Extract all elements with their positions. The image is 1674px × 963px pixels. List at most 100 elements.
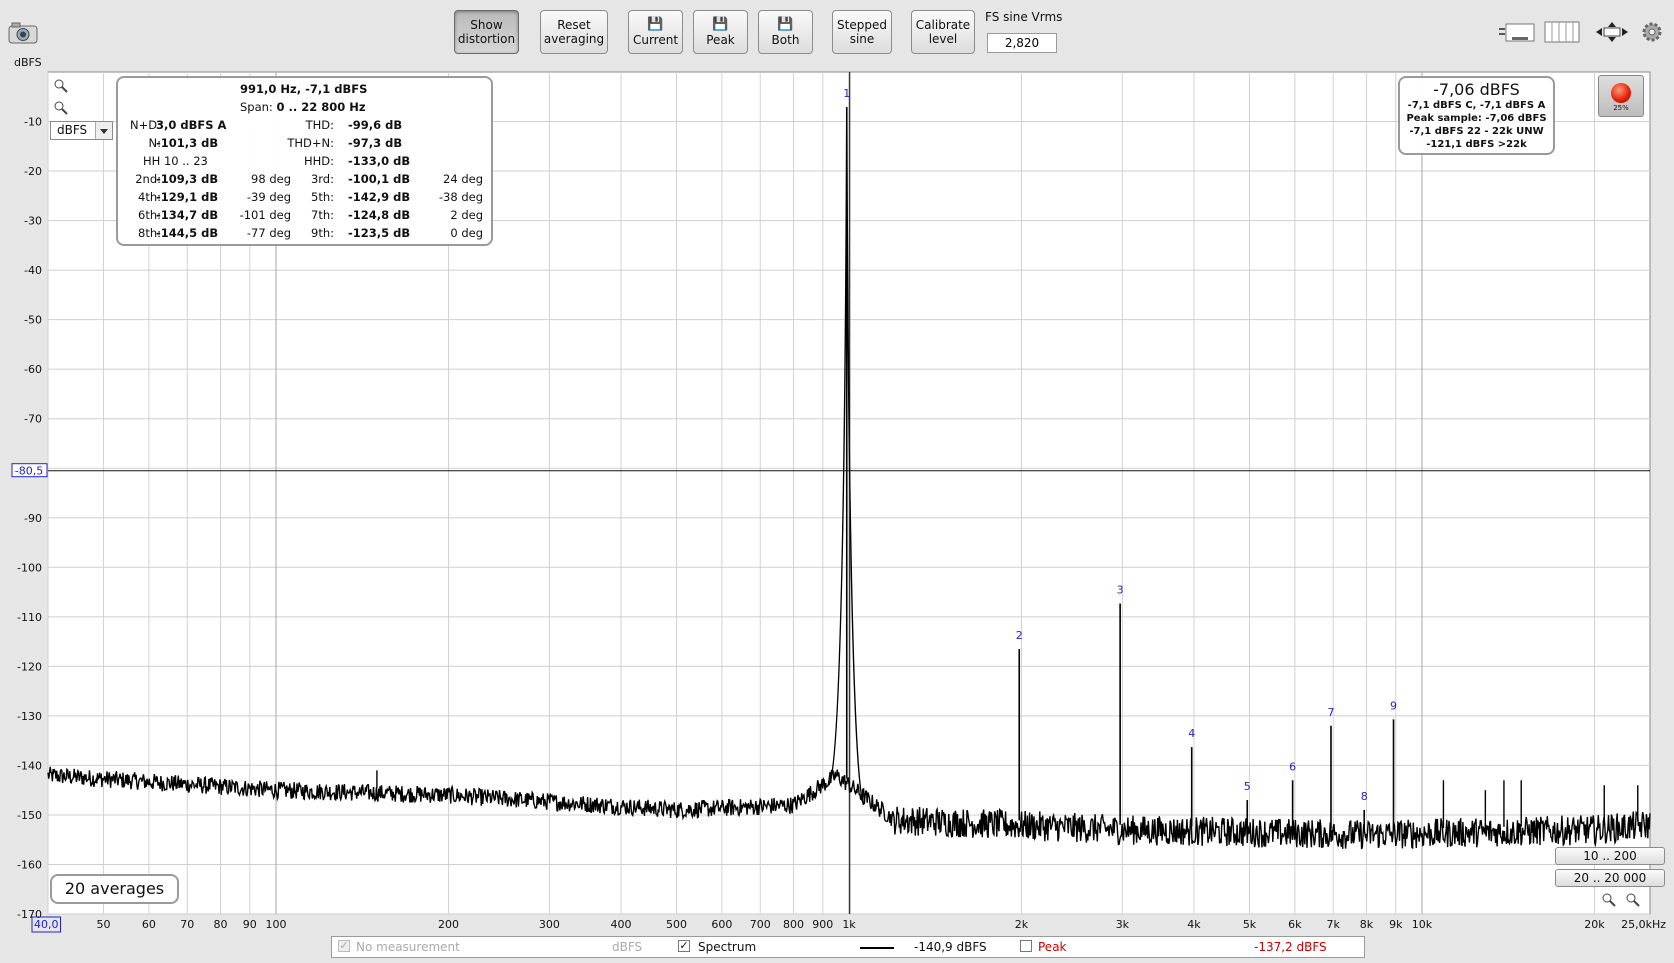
x-tick-label: 6k <box>1288 918 1302 931</box>
harmonic-label-5: 5 <box>1244 780 1251 793</box>
level-line-1: -7,1 dBFS C, -7,1 dBFS A <box>1407 100 1546 111</box>
x-tick-label: 100 <box>266 918 287 931</box>
x-tick-label: 4k <box>1187 918 1201 931</box>
h6-phase: -101 deg <box>239 208 291 222</box>
h7-label: 7th: <box>311 208 334 222</box>
harmonic-label-3: 3 <box>1117 583 1124 596</box>
peak-label: Peak <box>1038 940 1067 954</box>
x-tick-label: 7k <box>1327 918 1341 931</box>
thdn-value: -97,3 dB <box>348 136 403 150</box>
x-tick-label: 5k <box>1243 918 1257 931</box>
h9-value: -123,5 dB <box>348 226 411 240</box>
span-label: Span: <box>240 100 273 114</box>
level-line-2: Peak sample: -7,06 dBFS <box>1406 113 1547 124</box>
x-tick-label: 25,0kHz <box>1621 918 1666 931</box>
x-tick-label: 1k <box>842 918 856 931</box>
x-tick-label: 60 <box>142 918 156 931</box>
zoom-out-icon[interactable] <box>1626 892 1640 907</box>
h8-value: -144,5 dB <box>156 226 219 240</box>
legend-bar: ✓ No measurement dBFS ✓ Spectrum -140,9 … <box>331 936 1365 958</box>
range-button-10-200[interactable]: 10 .. 200 <box>1555 847 1665 865</box>
record-button[interactable]: 25% <box>1598 75 1644 117</box>
y-tick-label: -100 <box>17 561 42 574</box>
peak-value: -137,2 dBFS <box>1254 940 1327 954</box>
thd-label: THD: <box>305 118 334 132</box>
h2-phase: 98 deg <box>251 172 291 186</box>
harmonic-label-8: 8 <box>1361 790 1368 803</box>
harmonic-label-2: 2 <box>1016 629 1023 642</box>
h8-phase: -77 deg <box>246 226 291 240</box>
harmonic-label-9: 9 <box>1390 699 1397 712</box>
x-tick-label: 2k <box>1015 918 1029 931</box>
x-tick-label: 900 <box>812 918 833 931</box>
x-tick-label: 500 <box>666 918 687 931</box>
x-tick-label: 200 <box>438 918 459 931</box>
y-tick-label: -140 <box>17 759 42 772</box>
y-tick-label: -70 <box>24 413 42 426</box>
x-tick-labels: 40,0 50 60 70 80 90 100 200 300 400 500 600 700 800 90… <box>31 916 1666 933</box>
info-title: 991,0 Hz, -7,1 dBFS <box>240 82 368 96</box>
harmonic-label-6: 6 <box>1289 760 1296 773</box>
averages-badge: 20 averages <box>50 874 179 904</box>
h4-phase: -39 deg <box>246 190 291 204</box>
h5-value: -142,9 dB <box>348 190 411 204</box>
h9-phase: 0 deg <box>450 226 483 240</box>
spectrum-label: Spectrum <box>698 940 757 954</box>
harmonic-label-4: 4 <box>1188 727 1195 740</box>
distortion-info-panel: 991,0 Hz, -7,1 dBFS Span: 0 .. 22 800 Hz… <box>116 76 493 246</box>
no-measurement-unit: dBFS <box>612 940 643 954</box>
level-main: -7,06 dBFS <box>1433 80 1520 99</box>
x-tick-label: 10k <box>1412 918 1433 931</box>
h2-value: -109,3 dB <box>156 172 219 186</box>
zoom-out-icon[interactable] <box>54 100 68 115</box>
hhd-value: -133,0 dB <box>348 154 411 168</box>
no-measurement-checkbox[interactable]: ✓ <box>338 940 350 952</box>
hhd-label: HHD: <box>303 154 334 168</box>
x-tick-label: 400 <box>610 918 631 931</box>
x-tick-label: 50 <box>97 918 111 931</box>
zoom-in-icon[interactable] <box>54 78 68 93</box>
y-tick-label: -60 <box>24 363 42 376</box>
zoom-in-icon[interactable] <box>1602 892 1616 907</box>
no-measurement-label: No measurement <box>356 940 460 954</box>
thd-value: -99,6 dB <box>348 118 403 132</box>
y-tick-label: -90 <box>24 512 42 525</box>
y-tick-label: -50 <box>24 314 42 327</box>
x-tick-label: 80 <box>213 918 227 931</box>
x-tick-label: 90 <box>243 918 257 931</box>
y-tick-label: -130 <box>17 710 42 723</box>
y-tick-label: -120 <box>17 660 42 673</box>
range-button-20-20000[interactable]: 20 .. 20 000 <box>1555 869 1665 887</box>
nd-value: 3,0 dBFS A <box>156 118 227 132</box>
x-tick-label: 20k <box>1584 918 1605 931</box>
x-tick-label: 8k <box>1360 918 1374 931</box>
h7-value: -124,8 dB <box>348 208 411 222</box>
level-line-4: -121,1 dBFS >22k <box>1426 139 1527 150</box>
spectrum-checkbox[interactable]: ✓ <box>678 940 690 952</box>
h3-label: 3rd: <box>310 172 334 186</box>
y-tick-label: -110 <box>17 611 42 624</box>
x-tick-label: 70 <box>180 918 194 931</box>
cursor-value-label: -80,5 <box>15 465 43 478</box>
x-tick-label: 800 <box>783 918 804 931</box>
h5-phase: -38 deg <box>438 190 483 204</box>
hh-label: HH 10 .. 23 <box>143 154 208 168</box>
harmonic-label-1: 1 <box>843 87 850 100</box>
peak-checkbox[interactable] <box>1020 940 1032 952</box>
h9-label: 9th: <box>311 226 334 240</box>
record-percent: 25% <box>1613 104 1629 112</box>
unit-select[interactable]: dBFS <box>50 121 113 140</box>
cursor-value-tag: -80,5 <box>11 463 48 478</box>
y-tick-labels: -10-20-30-40-50-60-70-80-90-100-110-120-… <box>17 116 42 921</box>
x-tick-label: 600 <box>711 918 732 931</box>
x-tick-label: 3k <box>1116 918 1130 931</box>
x-tick-label: 700 <box>750 918 771 931</box>
level-line-3: -7,1 dBFS 22 - 22k UNW <box>1409 126 1544 137</box>
h7-phase: 2 deg <box>450 208 483 222</box>
chevron-down-icon <box>95 122 112 139</box>
x-tick-label: 300 <box>539 918 560 931</box>
h3-phase: 24 deg <box>443 172 483 186</box>
y-tick-label: -40 <box>24 264 42 277</box>
h6-value: -134,7 dB <box>156 208 219 222</box>
thdn-label: THD+N: <box>287 136 334 150</box>
